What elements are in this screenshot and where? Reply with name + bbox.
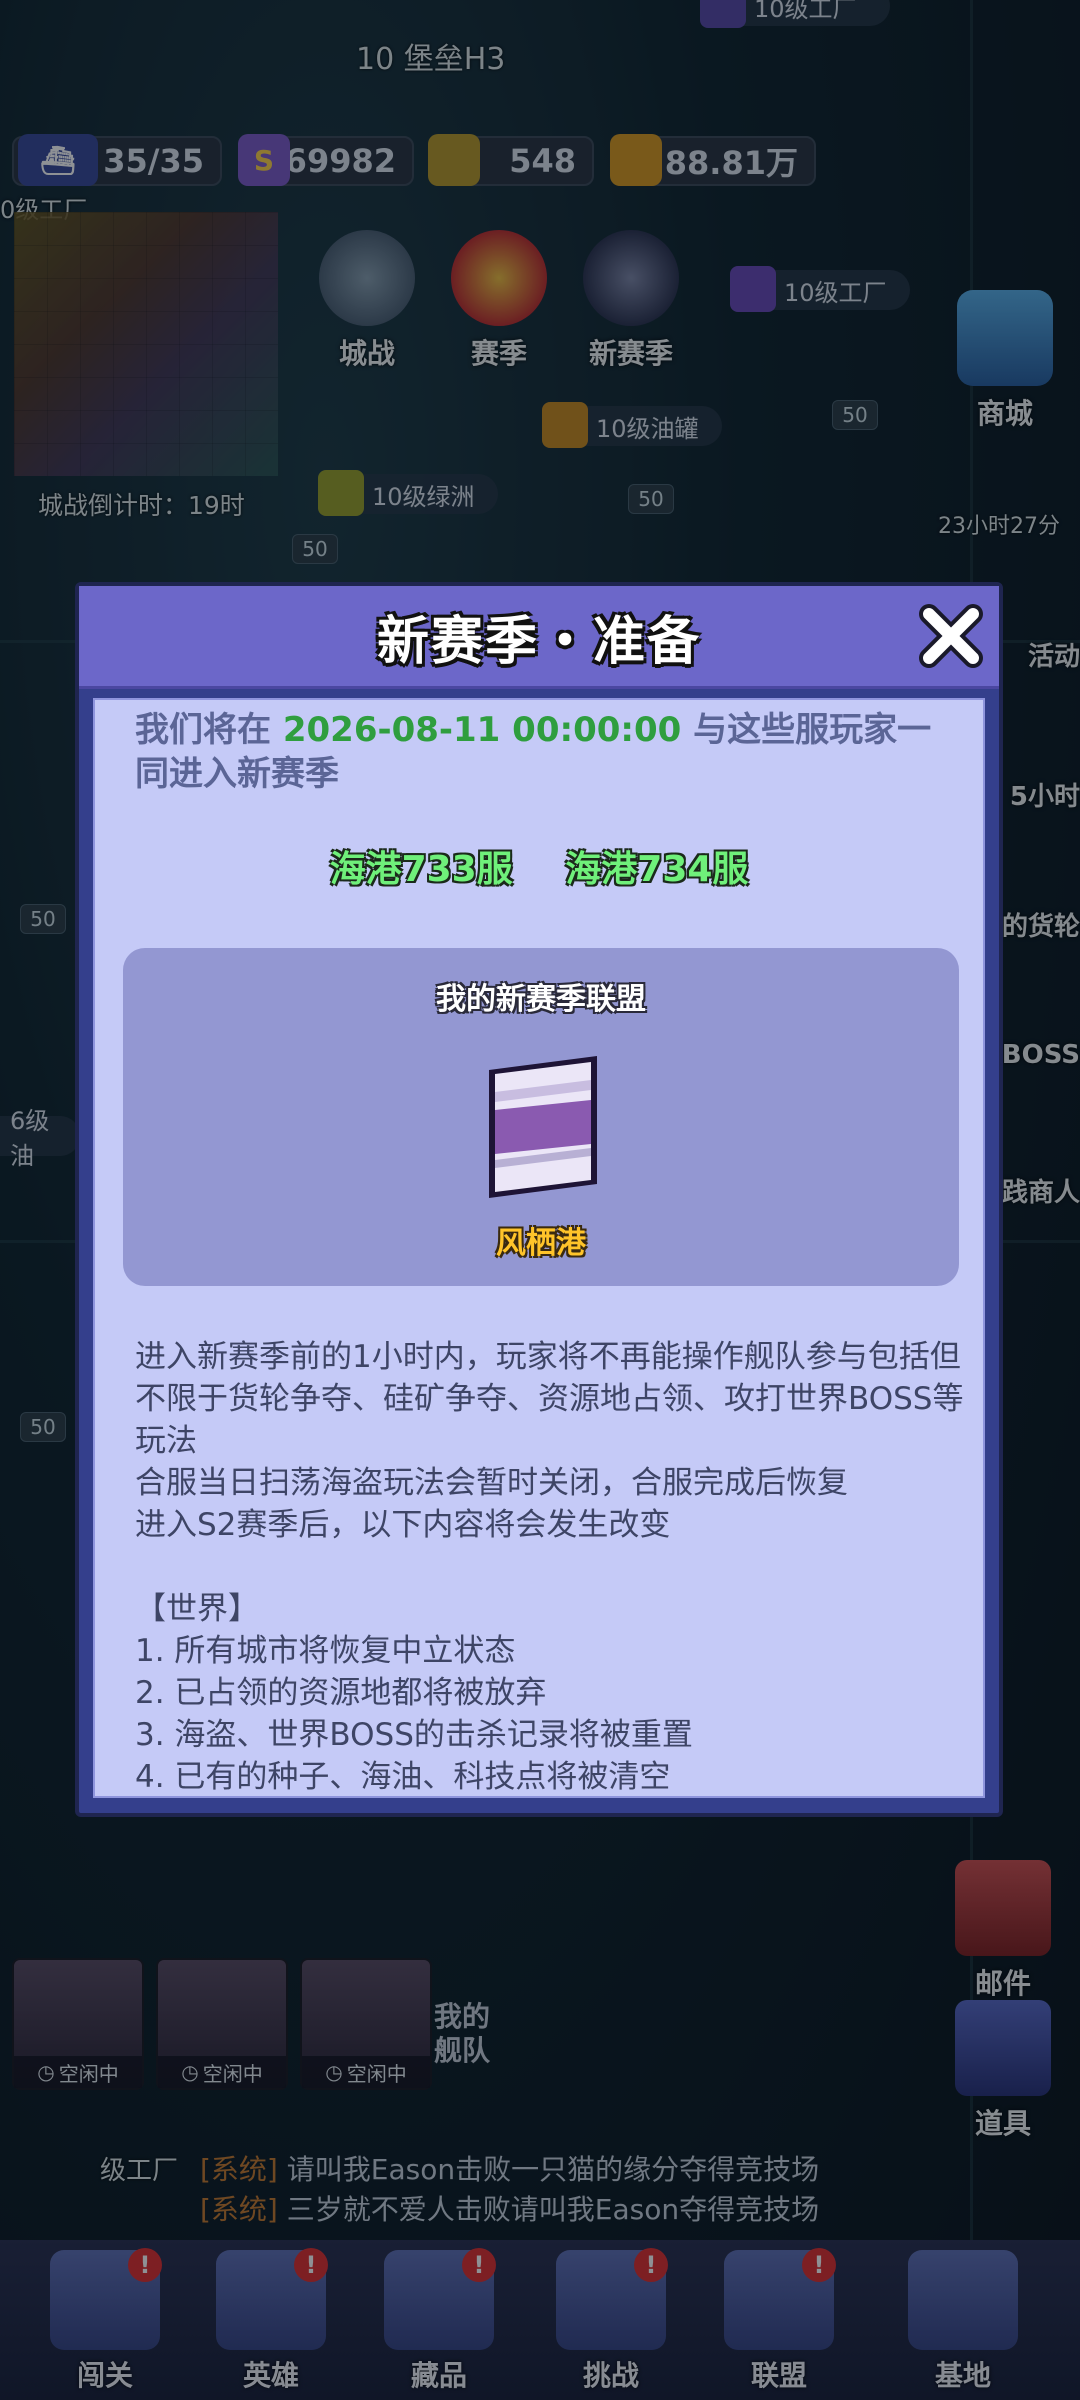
rule-paragraph: 进入S2赛季后，以下内容将会发生改变 — [135, 1507, 671, 1543]
alliance-panel: 我的新赛季联盟 风栖港 — [123, 948, 959, 1286]
dialog-header: 新赛季・准备 — [79, 586, 999, 689]
rule-section-heading: 【世界】 — [135, 1591, 259, 1627]
merged-servers: 海港733服 海港734服 — [95, 840, 983, 892]
server-name: 海港733服 — [329, 849, 513, 890]
season-start-date: 2026-08-11 00:00:00 — [282, 710, 682, 750]
rule-spacer — [135, 1546, 965, 1588]
server-name: 海港734服 — [565, 849, 749, 890]
rule-paragraph: 合服当日扫荡海盗玩法会暂时关闭，合服完成后恢复 — [135, 1465, 848, 1501]
intro-prefix: 我们将在 — [135, 710, 283, 750]
rule-item: 2. 已占领的资源地都将被放弃 — [135, 1675, 547, 1711]
alliance-flag-icon[interactable] — [483, 1052, 603, 1202]
close-button[interactable] — [915, 600, 987, 672]
dialog-title: 新赛季・准备 — [376, 611, 701, 672]
season-rules: 进入新赛季前的1小时内，玩家将不再能操作舰队参与包括但不限于货轮争夺、硅矿争夺、… — [135, 1336, 965, 1796]
rule-item: 3. 海盗、世界BOSS的击杀记录将被重置 — [135, 1717, 693, 1753]
alliance-name: 风栖港 — [496, 1226, 586, 1261]
new-season-dialog: 新赛季・准备 我们将在 2026-08-11 00:00:00 与这些服玩家一同… — [75, 582, 1003, 1817]
alliance-panel-title: 我的新赛季联盟 — [436, 982, 646, 1017]
close-x-icon — [919, 604, 983, 668]
dialog-body[interactable]: 我们将在 2026-08-11 00:00:00 与这些服玩家一同进入新赛季 海… — [93, 698, 985, 1798]
intro-text: 我们将在 2026-08-11 00:00:00 与这些服玩家一同进入新赛季 — [135, 708, 955, 796]
rule-item: 1. 所有城市将恢复中立状态 — [135, 1633, 516, 1669]
rule-paragraph: 进入新赛季前的1小时内，玩家将不再能操作舰队参与包括但不限于货轮争夺、硅矿争夺、… — [135, 1339, 964, 1459]
rule-item: 4. 已有的种子、海油、科技点将被清空 — [135, 1759, 671, 1795]
